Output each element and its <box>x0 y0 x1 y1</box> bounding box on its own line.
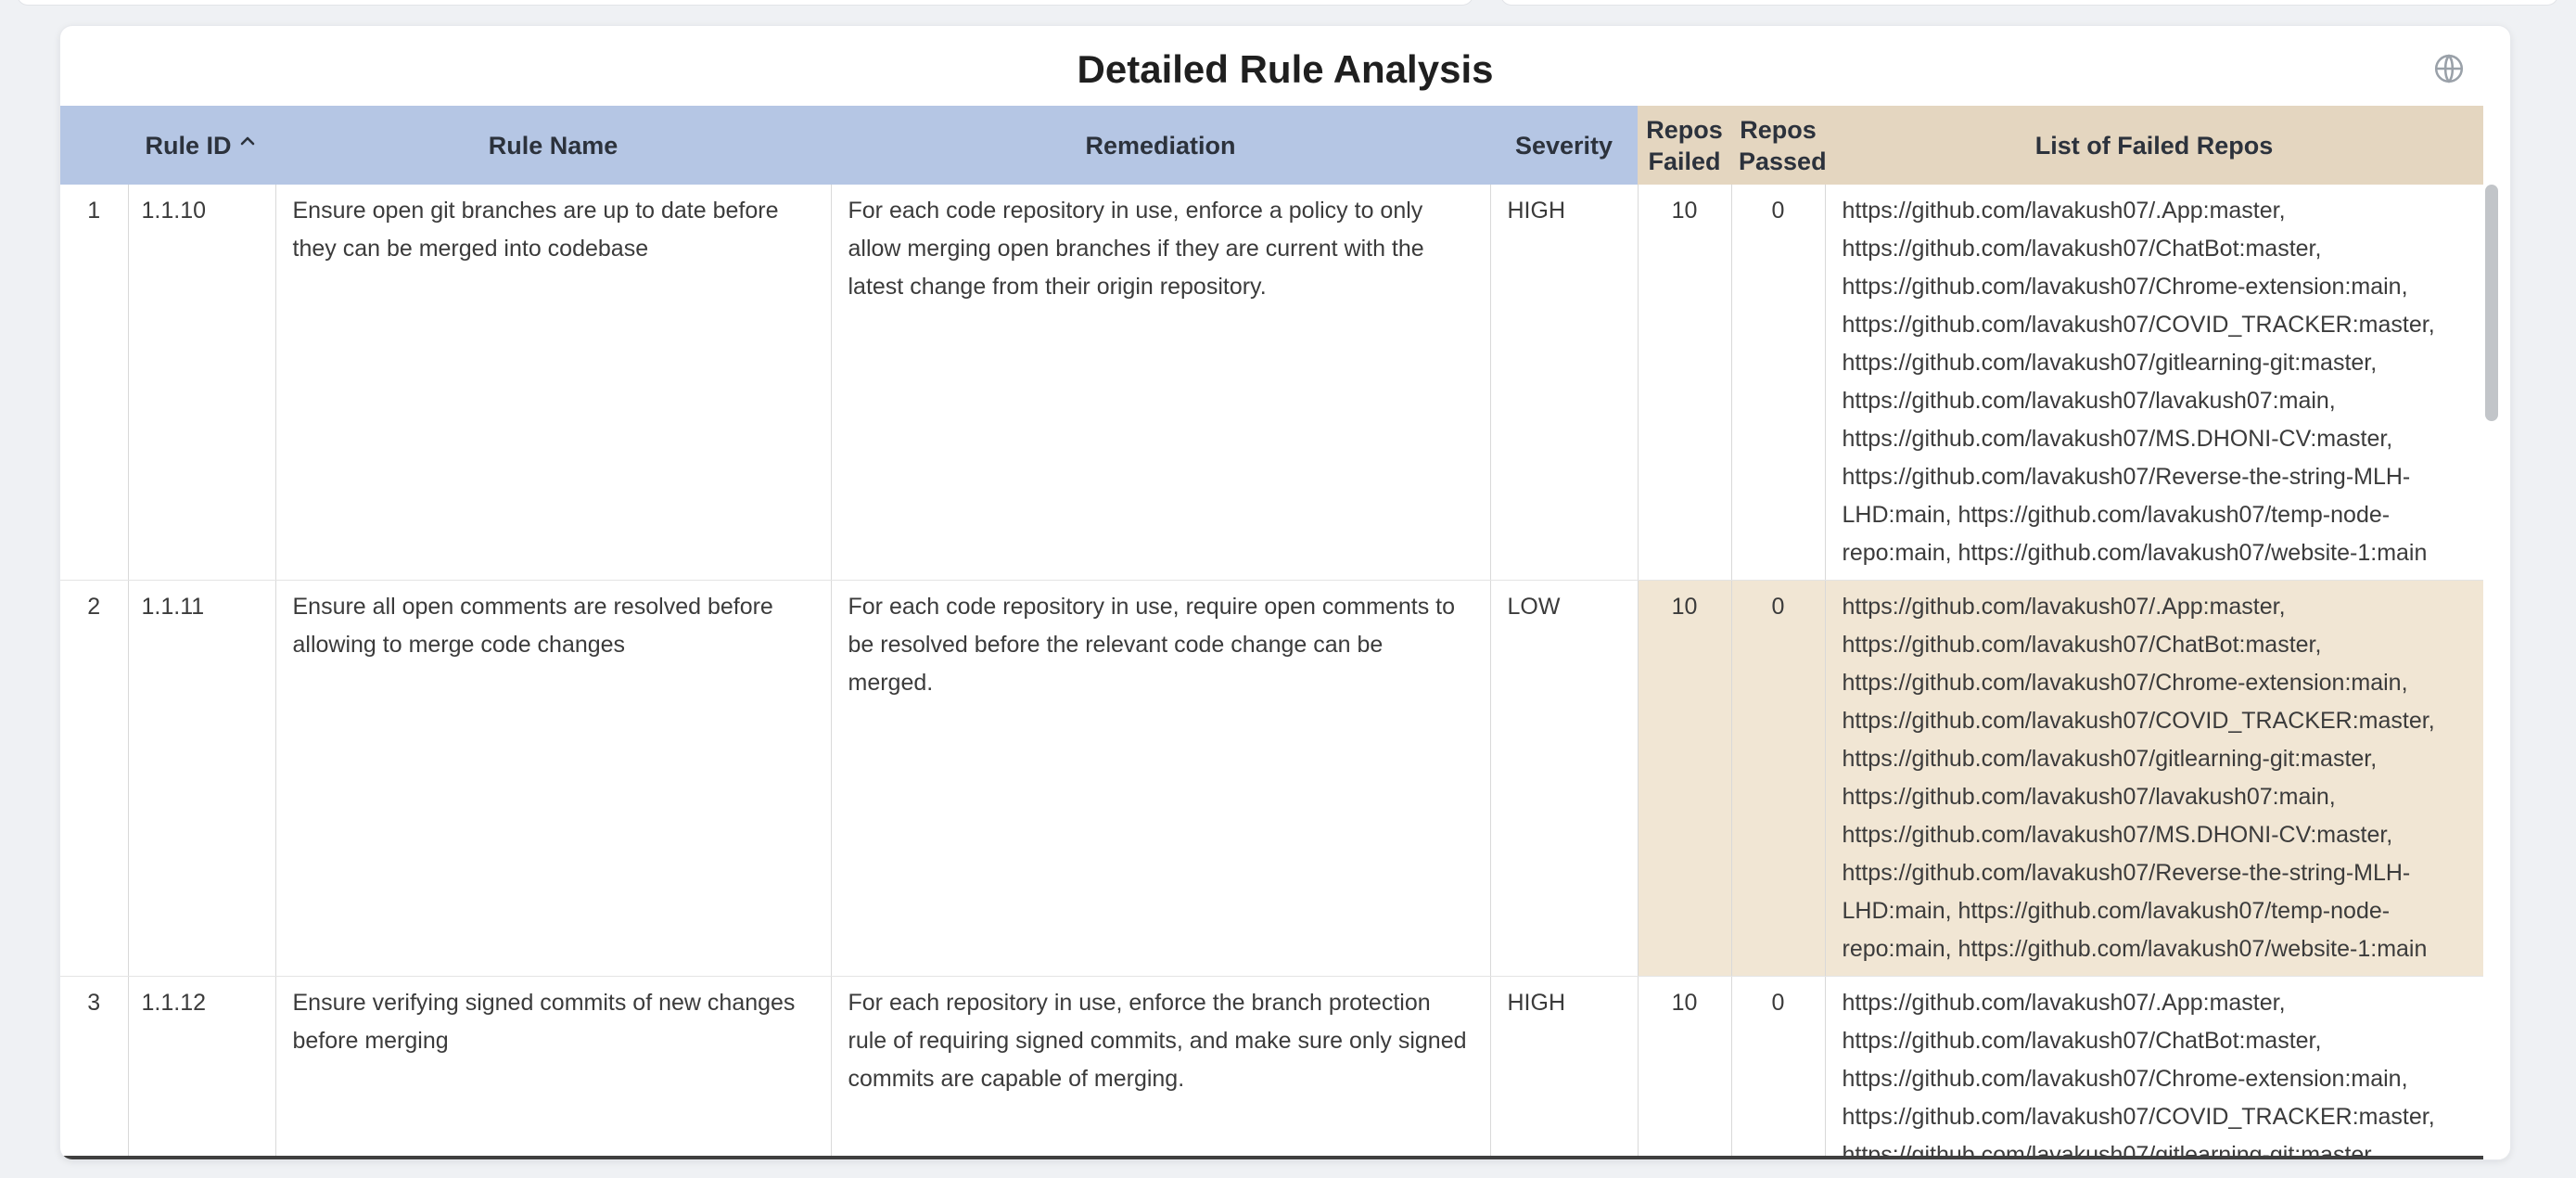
top-card-right <box>1500 0 2558 6</box>
row-index-cell: 3 <box>60 977 128 1160</box>
rule-id-cell: 1.1.11 <box>128 581 275 977</box>
rule-table: Rule ID Rule Name Remediation Severity R… <box>60 106 2483 1159</box>
row-index-cell: 2 <box>60 581 128 977</box>
rule-id-cell: 1.1.12 <box>128 977 275 1160</box>
failed-repos-cell: https://github.com/lavakush07/.App:maste… <box>1825 185 2483 581</box>
repos-passed-cell: 0 <box>1731 581 1825 977</box>
rule-name-cell: Ensure all open comments are resolved be… <box>275 581 831 977</box>
header-rule-name[interactable]: Rule Name <box>275 106 831 185</box>
row-index-cell: 1 <box>60 185 128 581</box>
detailed-rule-analysis-card: Detailed Rule Analysis <box>59 25 2511 1160</box>
rule-table-viewport: Rule ID Rule Name Remediation Severity R… <box>60 106 2483 1159</box>
header-index <box>60 106 128 185</box>
table-header-row: Rule ID Rule Name Remediation Severity R… <box>60 106 2483 185</box>
rule-name-cell: Ensure verifying signed commits of new c… <box>275 977 831 1160</box>
header-severity[interactable]: Severity <box>1490 106 1638 185</box>
severity-cell: HIGH <box>1490 185 1638 581</box>
severity-cell: LOW <box>1490 581 1638 977</box>
repos-passed-cell: 0 <box>1731 185 1825 581</box>
remediation-cell: For each code repository in use, enforce… <box>831 185 1490 581</box>
repos-passed-cell: 0 <box>1731 977 1825 1160</box>
header-repos-failed[interactable]: Repos Failed <box>1638 106 1731 185</box>
rule-name-cell: Ensure open git branches are up to date … <box>275 185 831 581</box>
table-row: 2 1.1.11 Ensure all open comments are re… <box>60 581 2483 977</box>
header-remediation[interactable]: Remediation <box>831 106 1490 185</box>
severity-cell: HIGH <box>1490 977 1638 1160</box>
header-rule-id[interactable]: Rule ID <box>128 106 275 185</box>
header-failed-repos[interactable]: List of Failed Repos <box>1825 106 2483 185</box>
remediation-cell: For each repository in use, enforce the … <box>831 977 1490 1160</box>
rule-id-cell: 1.1.10 <box>128 185 275 581</box>
sort-ascending-icon <box>236 128 259 160</box>
header-rule-id-label: Rule ID <box>145 130 231 161</box>
table-scrollbar[interactable] <box>2485 185 2498 1156</box>
table-row: 1 1.1.10 Ensure open git branches are up… <box>60 185 2483 581</box>
globe-icon[interactable] <box>2432 52 2466 85</box>
failed-repos-cell: https://github.com/lavakush07/.App:maste… <box>1825 977 2483 1160</box>
page-title: Detailed Rule Analysis <box>60 26 2510 93</box>
repos-failed-cell: 10 <box>1638 185 1731 581</box>
top-card-left <box>17 0 1473 6</box>
scrollbar-thumb[interactable] <box>2485 185 2498 421</box>
repos-failed-cell: 10 <box>1638 977 1731 1160</box>
failed-repos-cell: https://github.com/lavakush07/.App:maste… <box>1825 581 2483 977</box>
repos-failed-cell: 10 <box>1638 581 1731 977</box>
remediation-cell: For each code repository in use, require… <box>831 581 1490 977</box>
table-row: 3 1.1.12 Ensure verifying signed commits… <box>60 977 2483 1160</box>
header-repos-passed[interactable]: Repos Passed <box>1731 106 1825 185</box>
